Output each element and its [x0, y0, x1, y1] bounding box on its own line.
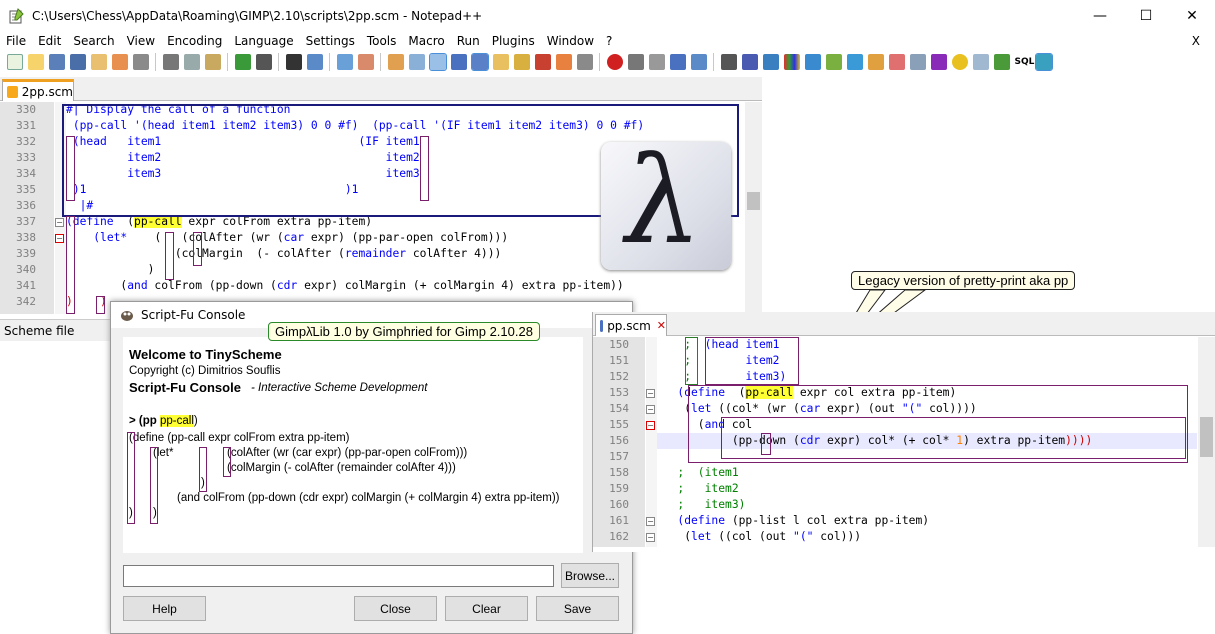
code-line: ; (item1 — [677, 466, 739, 479]
script-fu-console-window: Script-Fu Console Welcome to TinyScheme … — [110, 301, 633, 634]
output-line: (define (pp-call expr colFrom extra pp-i… — [129, 432, 350, 444]
line-number: 156 — [609, 434, 629, 447]
line-number: 160 — [609, 498, 629, 511]
line-number: 150 — [609, 338, 629, 351]
bracket-box — [761, 433, 771, 455]
fold-toggle[interactable]: − — [646, 421, 655, 430]
line-number: 162 — [609, 530, 629, 543]
console-title: Script-Fu Console — [141, 308, 246, 322]
code-line: (define (pp-list l col extra pp-item) — [677, 514, 930, 527]
bracket-box — [685, 337, 698, 385]
output-line: (colAfter (wr (car expr) (pp-par-open co… — [227, 447, 468, 459]
welcome-text: Welcome to TinyScheme — [129, 347, 282, 362]
line-number: 153 — [609, 386, 629, 399]
gimplib-callout: Gimpλ̄Lib 1.0 by Gimphried for Gimp 2.10… — [268, 322, 540, 341]
line-number: 155 — [609, 418, 629, 431]
tab-pp-scm[interactable]: pp.scm ✕ — [595, 314, 667, 336]
bracket-box — [199, 447, 207, 492]
prompt-line: > (pp pp-call) — [129, 415, 198, 427]
bracket-box — [721, 417, 1186, 459]
bracket-box — [223, 447, 231, 477]
code-line: ; item3) — [677, 498, 746, 511]
line-number-gutter: 150 151 152 153 154 155 156 157 158 159 … — [593, 337, 645, 547]
vertical-scrollbar[interactable] — [1198, 337, 1215, 547]
file-icon — [600, 319, 604, 332]
scroll-thumb[interactable] — [1200, 417, 1213, 457]
fold-toggle[interactable]: − — [646, 389, 655, 398]
prompt-text: > (pp — [129, 415, 160, 427]
line-number: 158 — [609, 466, 629, 479]
close-console-button[interactable]: Close — [354, 596, 437, 621]
output-line: (and colFrom (pp-down (cdr expr) colMarg… — [177, 492, 560, 504]
console-heading: Script-Fu Console — [129, 380, 241, 395]
bracket-box — [705, 337, 799, 385]
line-number: 159 — [609, 482, 629, 495]
tab-label: pp.scm — [607, 318, 651, 333]
help-button[interactable]: Help — [123, 596, 206, 621]
gimp-icon — [119, 308, 135, 322]
code-line: (let ((col (out "(" col))) — [657, 530, 862, 543]
fold-toggle[interactable]: − — [646, 517, 655, 526]
clear-button[interactable]: Clear — [445, 596, 528, 621]
browse-button[interactable]: Browse... — [561, 563, 619, 588]
console-output: Welcome to TinyScheme Copyright (c) Dimi… — [123, 337, 583, 553]
bracket-box — [150, 447, 158, 524]
line-number: 152 — [609, 370, 629, 383]
line-number: 154 — [609, 402, 629, 415]
secondary-editor: pp.scm ✕ 150 151 152 153 154 155 156 157… — [592, 312, 1215, 552]
legacy-callout: Legacy version of pretty-print aka pp — [851, 271, 1076, 290]
console-subtitle: - Interactive Scheme Development — [251, 382, 428, 394]
secondary-tab-bar: pp.scm ✕ — [593, 312, 1215, 336]
console-input[interactable] — [123, 565, 554, 587]
line-number: 151 — [609, 354, 629, 367]
copyright-text: Copyright (c) Dimitrios Souflis — [129, 365, 281, 377]
code-line: ; item2 — [677, 482, 739, 495]
fold-margin: − − − − − — [646, 337, 657, 547]
output-line: (colMargin (- colAfter (remainder colAft… — [227, 462, 456, 474]
bracket-box — [127, 432, 135, 524]
save-button[interactable]: Save — [536, 596, 619, 621]
prompt-selection: pp-call — [160, 415, 194, 427]
prompt-end: ) — [193, 415, 198, 427]
line-number: 161 — [609, 514, 629, 527]
line-number: 157 — [609, 450, 629, 463]
fold-toggle[interactable]: − — [646, 533, 655, 542]
close-tab-icon[interactable]: ✕ — [657, 319, 666, 332]
fold-toggle[interactable]: − — [646, 405, 655, 414]
